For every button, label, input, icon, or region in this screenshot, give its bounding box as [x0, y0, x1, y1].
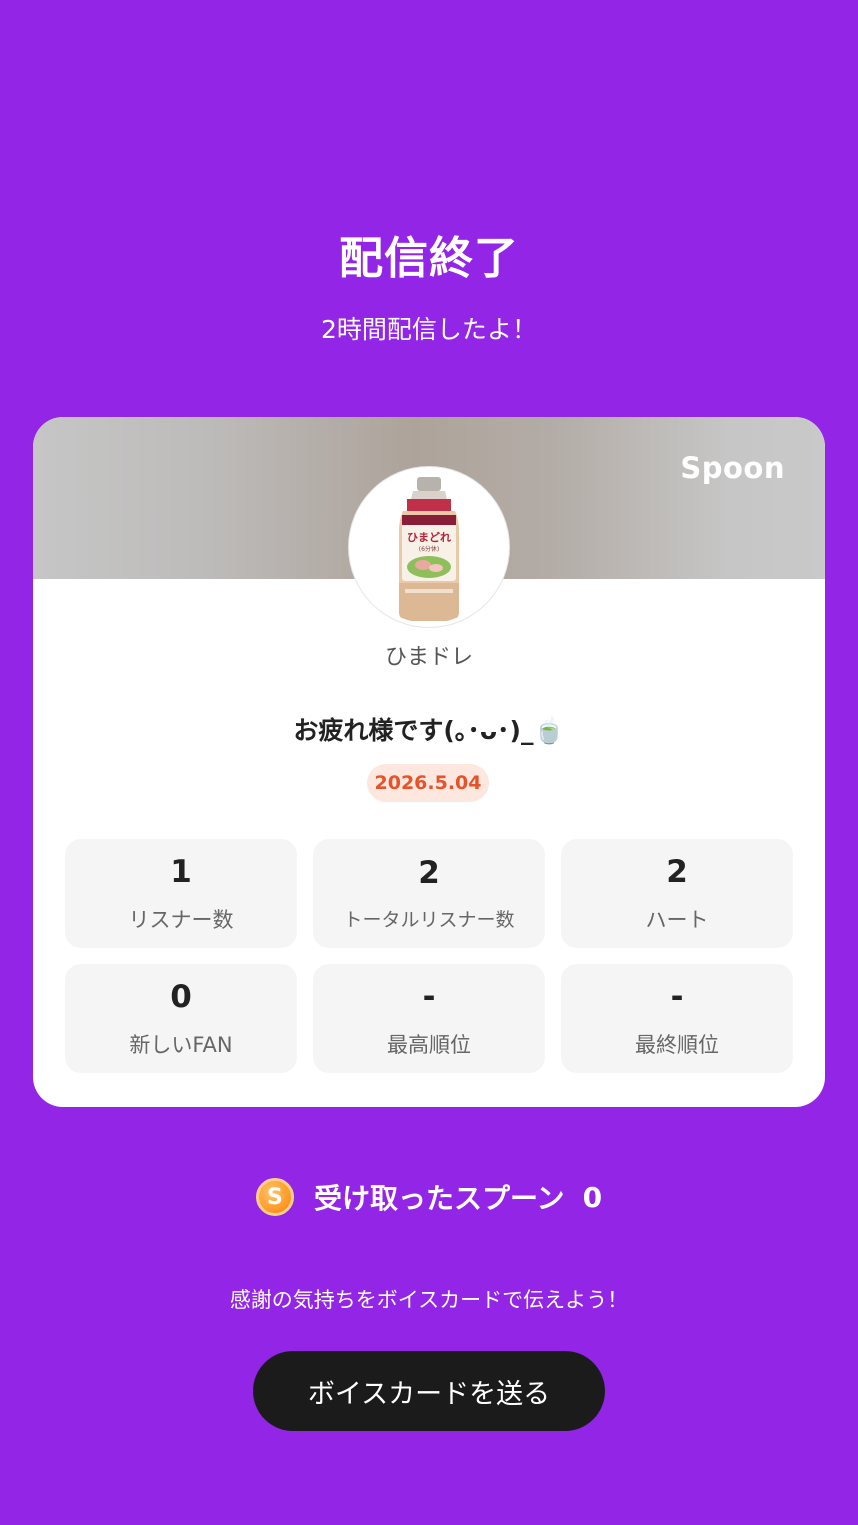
send-voice-card-button[interactable]: ボイスカードを送る	[253, 1351, 605, 1431]
stat-listeners: 1 リスナー数	[65, 839, 297, 948]
broadcast-duration-text: 2時間配信したよ！	[321, 315, 537, 344]
stat-label: リスナー数	[128, 907, 234, 932]
stat-value: 2	[418, 855, 440, 891]
stat-label: ハート	[645, 907, 709, 932]
thanks-text: 感謝の気持ちをボイスカードで伝えよう！	[229, 1288, 629, 1312]
broadcast-message: お疲れ様です(｡･ᴗ･)_🍵	[293, 716, 565, 745]
received-spoons-label: 受け取ったスプーン	[313, 1182, 565, 1215]
bottle-label-text: ひまどれ	[407, 531, 451, 544]
avatar[interactable]: ひまどれ (6分休)	[349, 467, 509, 627]
stat-value: -	[422, 978, 436, 1015]
bottle-sub-text: (6分休)	[419, 545, 440, 553]
received-spoons: S 受け取ったスプーン 0	[0, 1176, 858, 1218]
stat-highest-rank: - 最高順位	[313, 964, 545, 1073]
stat-label: 新しいFAN	[129, 1032, 233, 1057]
received-spoons-count: 0	[582, 1180, 603, 1214]
stat-new-fans: 0 新しいFAN	[65, 964, 297, 1073]
stat-label: トータルリスナー数	[343, 909, 515, 931]
stat-value: 1	[170, 853, 192, 890]
date-badge: 2026.5.04	[367, 764, 489, 802]
stat-value: -	[670, 978, 684, 1015]
stat-label: 最終順位	[635, 1032, 719, 1057]
stat-total-listeners: 2 トータルリスナー数	[313, 839, 545, 948]
spoon-logo: Spoon	[680, 451, 785, 485]
stat-value: 0	[170, 978, 192, 1015]
username: ひまドレ	[384, 645, 473, 670]
dressing-bottle-image: ひまどれ (6分休)	[353, 471, 505, 623]
stat-label: 最高順位	[387, 1032, 471, 1057]
stat-final-rank: - 最終順位	[561, 964, 793, 1073]
stat-hearts: 2 ハート	[561, 839, 793, 948]
page-title: 配信終了	[339, 233, 519, 284]
broadcast-summary-card: Spoon ひまどれ (6分休) ひまドレ お疲れ様です(｡･ᴗ･)_🍵 202…	[33, 417, 825, 1107]
stat-value: 2	[666, 853, 688, 890]
spoon-coin-icon: S	[255, 1178, 294, 1216]
stats-grid: 1 リスナー数 2 トータルリスナー数 2 ハート 0 新しいFAN - 最高順…	[65, 839, 793, 1073]
broadcast-end-screen: 配信終了 2時間配信したよ！ Spoon ひまどれ (6分休) ひまドレ お疲れ…	[0, 0, 858, 1525]
